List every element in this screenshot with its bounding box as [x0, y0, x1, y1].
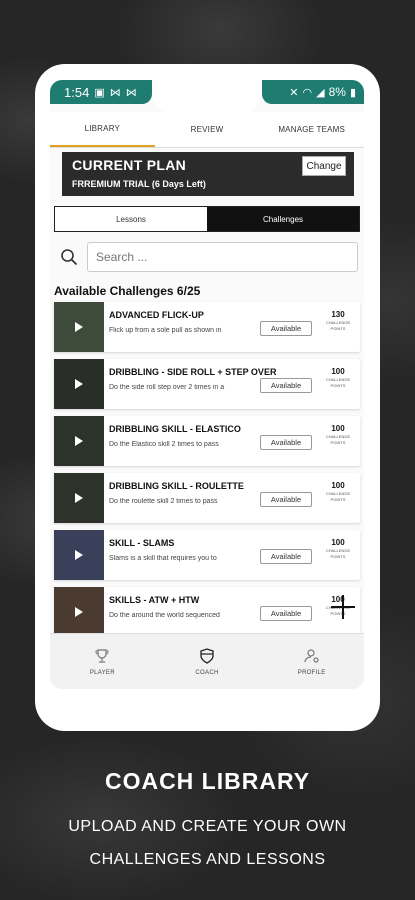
challenge-card[interactable]: DRIBBLING - SIDE ROLL + STEP OVER Do the… [54, 359, 360, 409]
challenge-points: 100 CHALLENGE POINTS [318, 367, 358, 388]
video-thumbnail[interactable] [54, 473, 104, 523]
challenge-card[interactable]: DRIBBLING SKILL - ELASTICO Do the Elasti… [54, 416, 360, 466]
points-label: POINTS [330, 326, 346, 331]
video-thumbnail[interactable] [54, 530, 104, 580]
bottom-navigation: PLAYER COACH PROFILE [50, 633, 364, 689]
top-tabs: LIBRARY REVIEW MANAGE TEAMS [50, 112, 364, 148]
challenge-title: DRIBBLING SKILL - ELASTICO [109, 424, 241, 434]
availability-button[interactable]: Available [260, 435, 312, 450]
mute-icon: ✕ [289, 86, 299, 99]
challenge-title: SKILL - SLAMS [109, 538, 175, 548]
points-value: 100 [331, 424, 345, 433]
wifi-icon: ◠ [302, 86, 313, 99]
points-label: CHALLENGE [325, 491, 351, 496]
challenge-title: SKILLS - ATW + HTW [109, 595, 200, 605]
status-time: 1:54 [64, 84, 90, 100]
video-thumbnail[interactable] [54, 359, 104, 409]
nav-label: PROFILE [297, 669, 326, 676]
points-label: CHALLENGE [325, 434, 351, 439]
nav-coach[interactable]: COACH [155, 634, 260, 689]
tab-manage-teams[interactable]: MANAGE TEAMS [259, 112, 364, 147]
challenge-description: Slams is a skill that requires you to [109, 555, 217, 562]
points-label: CHALLENGE [325, 320, 351, 325]
app-icon: ⋈ [109, 86, 121, 99]
nav-label: COACH [195, 669, 219, 676]
points-label: CHALLENGE [325, 548, 351, 553]
availability-button[interactable]: Available [260, 378, 312, 393]
caption-line-2: CHALLENGES AND LESSONS [89, 851, 326, 868]
profile-gear-icon [304, 648, 319, 663]
points-label: POINTS [330, 383, 346, 388]
challenge-description: Do the around the world sequenced [109, 612, 220, 619]
caption-title: COACH LIBRARY [104, 768, 311, 794]
toggle-lessons[interactable]: Lessons [55, 207, 207, 231]
challenge-title: DRIBBLING - SIDE ROLL + STEP OVER [109, 367, 277, 377]
points-value: 100 [331, 538, 345, 547]
challenge-points: 100 CHALLENGE POINTS [318, 538, 358, 559]
play-icon [75, 493, 83, 503]
points-label: POINTS [330, 440, 346, 445]
challenge-title: DRIBBLING SKILL - ROULETTE [109, 481, 244, 491]
availability-button[interactable]: Available [260, 492, 312, 507]
image-icon: ▣ [94, 86, 105, 99]
video-thumbnail[interactable] [54, 416, 104, 466]
caption-line-1: UPLOAD AND CREATE YOUR OWN [68, 818, 347, 835]
status-bar-right: ✕ ◠ ◢ 8% ▮ [262, 80, 364, 104]
points-label: CHALLENGE [325, 377, 351, 382]
trophy-icon [95, 648, 109, 663]
toggle-challenges[interactable]: Challenges [207, 207, 359, 231]
battery-icon: ▮ [349, 86, 356, 99]
challenge-description: Flick up from a sole pull as shown in [109, 327, 222, 334]
search-icon[interactable] [60, 248, 78, 266]
tab-review[interactable]: REVIEW [155, 112, 260, 147]
search-input[interactable] [87, 242, 358, 272]
plan-subtitle: FRREMIUM TRIAL (6 Days Left) [72, 179, 206, 189]
challenge-points: 100 CHALLENGE POINTS [318, 424, 358, 445]
status-bar-left: 1:54 ▣ ⋈ ⋈ [50, 80, 152, 104]
play-icon [75, 607, 83, 617]
challenge-description: Do the side roll step over 2 times in a [109, 384, 225, 391]
tab-library[interactable]: LIBRARY [50, 112, 155, 147]
available-challenges-header: Available Challenges 6/25 [54, 284, 201, 298]
challenge-description: Do the roulette skill 2 times to pass [109, 498, 218, 505]
challenge-title: ADVANCED FLICK-UP [109, 310, 204, 320]
play-icon [75, 436, 83, 446]
challenge-card[interactable]: DRIBBLING SKILL - ROULETTE Do the roulet… [54, 473, 360, 523]
play-icon [75, 550, 83, 560]
phone-notch [152, 64, 262, 116]
points-label: POINTS [330, 554, 346, 559]
nav-profile[interactable]: PROFILE [259, 634, 364, 689]
nav-player[interactable]: PLAYER [50, 634, 155, 689]
search-row [54, 242, 360, 272]
change-plan-button[interactable]: Change [302, 156, 346, 176]
challenge-card[interactable]: SKILL - SLAMS Slams is a skill that requ… [54, 530, 360, 580]
app-icon-2: ⋈ [125, 86, 137, 99]
points-value: 130 [331, 310, 345, 319]
play-icon [75, 322, 83, 332]
points-value: 100 [331, 367, 345, 376]
challenge-card[interactable]: SKILLS - ATW + HTW Do the around the wor… [54, 587, 360, 637]
shield-icon [200, 647, 214, 664]
challenge-card[interactable]: ADVANCED FLICK-UP Flick up from a sole p… [54, 302, 360, 352]
video-thumbnail[interactable] [54, 302, 104, 352]
content-type-toggle: Lessons Challenges [54, 206, 360, 232]
challenge-points: 130 CHALLENGE POINTS [318, 310, 358, 331]
points-value: 100 [331, 481, 345, 490]
play-icon [75, 379, 83, 389]
availability-button[interactable]: Available [260, 549, 312, 564]
availability-button[interactable]: Available [260, 321, 312, 336]
availability-button[interactable]: Available [260, 606, 312, 621]
app-screen: LIBRARY REVIEW MANAGE TEAMS CURRENT PLAN… [50, 80, 364, 689]
points-label: POINTS [330, 497, 346, 502]
signal-icon: ◢ [316, 86, 325, 99]
challenge-points: 100 CHALLENGE POINTS [318, 481, 358, 502]
challenge-description: Do the Elastico skill 2 times to pass [109, 441, 219, 448]
battery-level: 8% [328, 85, 346, 99]
nav-label: PLAYER [89, 669, 115, 676]
video-thumbnail[interactable] [54, 587, 104, 637]
current-plan-banner: CURRENT PLAN FRREMIUM TRIAL (6 Days Left… [62, 152, 354, 196]
add-challenge-icon[interactable] [331, 595, 355, 619]
